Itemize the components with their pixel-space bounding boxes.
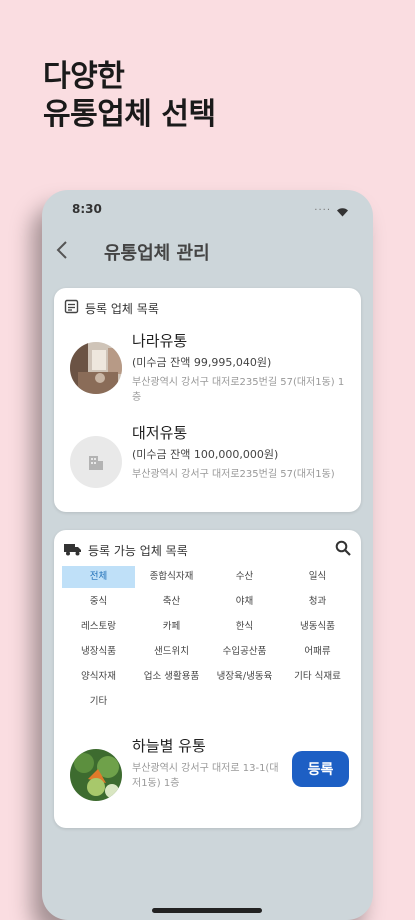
- page-title: 유통업체 관리: [104, 243, 210, 264]
- vendor-unpaid-balance: (미수금 잔액 99,995,040원): [132, 356, 272, 369]
- headline-line-2: 유통업체 선택: [43, 97, 216, 132]
- category-chip[interactable]: 냉동식품: [281, 616, 354, 638]
- app-bar: 유통업체 관리: [42, 234, 373, 270]
- category-chip[interactable]: 냉장육/냉동육: [208, 666, 281, 688]
- category-chip[interactable]: 종합식자재: [135, 566, 208, 588]
- status-bar: 8:30 ....: [42, 200, 373, 220]
- vendor-name: 하늘별 유통: [132, 737, 206, 755]
- registered-vendors-card: 등록 업체 목록 나라유통 (미수금 잔액 99,995,040원) 부산광역시…: [54, 288, 361, 512]
- vendor-name: 대저유통: [132, 424, 188, 442]
- category-chip[interactable]: 청과: [281, 591, 354, 613]
- category-chip[interactable]: 카페: [135, 616, 208, 638]
- category-chip[interactable]: 중식: [62, 591, 135, 613]
- vendor-name: 나라유통: [132, 332, 188, 350]
- available-vendors-card: 등록 가능 업체 목록 전체 종합식자재 수산 일식 중식 축산 야채 청과 레…: [54, 530, 361, 828]
- category-chip[interactable]: 양식자재: [62, 666, 135, 688]
- vendor-avatar-photo: [70, 342, 122, 394]
- category-chip[interactable]: 냉장식품: [62, 641, 135, 663]
- home-indicator: [152, 908, 262, 913]
- headline-line-1: 다양한: [43, 59, 125, 94]
- vendor-unpaid-balance: (미수금 잔액 100,000,000원): [132, 448, 279, 461]
- category-chip[interactable]: 업소 생활용품: [135, 666, 208, 688]
- category-chip[interactable]: 기타: [62, 691, 135, 713]
- list-icon: [64, 299, 79, 318]
- category-chip[interactable]: 레스토랑: [62, 616, 135, 638]
- category-chip[interactable]: 전체: [62, 566, 135, 588]
- status-time: 8:30: [72, 202, 102, 216]
- truck-icon: [64, 541, 82, 560]
- headline: 다양한 유통업체 선택: [43, 58, 216, 134]
- category-filter-grid: 전체 종합식자재 수산 일식 중식 축산 야채 청과 레스토랑 카페 한식 냉동…: [62, 566, 354, 716]
- category-chip[interactable]: 야채: [208, 591, 281, 613]
- registered-header-label: 등록 업체 목록: [85, 301, 159, 316]
- available-header: 등록 가능 업체 목록: [64, 540, 188, 560]
- building-icon: [70, 436, 122, 488]
- phone-frame: 8:30 .... 유통업체 관리 등록 업체 목록 나라유통 (미수금 잔액 …: [42, 190, 373, 920]
- wifi-icon: [336, 202, 349, 221]
- vendor-address: 부산광역시 강서구 대저로235번길 57(대저1동) 1층: [132, 377, 345, 403]
- category-chip[interactable]: 축산: [135, 591, 208, 613]
- category-chip[interactable]: 수산: [208, 566, 281, 588]
- category-chip[interactable]: 기타 식재료: [281, 666, 354, 688]
- vendor-address: 부산광역시 강서구 대저로 13-1(대저1동) 1층: [132, 763, 279, 789]
- category-chip[interactable]: 일식: [281, 566, 354, 588]
- available-header-label: 등록 가능 업체 목록: [88, 543, 188, 558]
- vendor-address: 부산광역시 강서구 대저로235번길 57(대저1동): [132, 469, 335, 480]
- list-item[interactable]: 대저유통 (미수금 잔액 100,000,000원) 부산광역시 강서구 대저로…: [70, 422, 350, 502]
- category-chip[interactable]: 샌드위치: [135, 641, 208, 663]
- signal-icon: ....: [314, 202, 331, 213]
- search-icon[interactable]: [335, 540, 351, 560]
- list-item[interactable]: 나라유통 (미수금 잔액 99,995,040원) 부산광역시 강서구 대저로2…: [70, 330, 350, 410]
- chevron-left-icon[interactable]: [56, 240, 68, 266]
- vendor-avatar-photo: [70, 749, 122, 801]
- category-chip[interactable]: 한식: [208, 616, 281, 638]
- register-button[interactable]: 등록: [292, 751, 349, 787]
- registered-header: 등록 업체 목록: [64, 298, 159, 318]
- category-chip[interactable]: 수입공산품: [208, 641, 281, 663]
- category-chip[interactable]: 어패류: [281, 641, 354, 663]
